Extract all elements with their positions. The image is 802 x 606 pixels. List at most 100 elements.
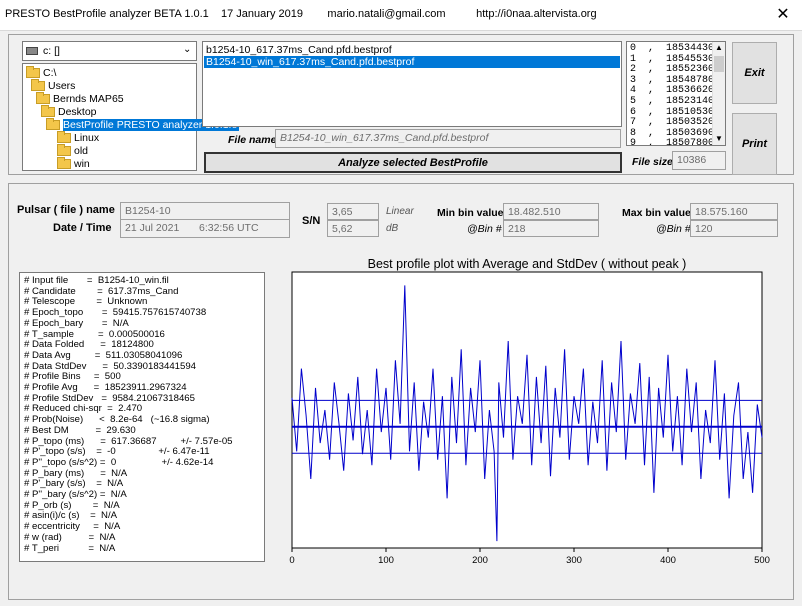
sn-linear-unit: Linear xyxy=(386,206,414,217)
x-tick-label: 200 xyxy=(472,555,488,566)
min-bin-at-field: 218 xyxy=(503,220,599,237)
profile-chart: 0 100 200 300 400 500 xyxy=(289,271,770,566)
bin-list-item[interactable]: 8 , 18503690 xyxy=(630,128,714,139)
info-line: # Best DM = 29.630 xyxy=(24,424,136,436)
info-line: # P''_bary (s/s^2) = N/A xyxy=(24,489,127,500)
min-bin-at-label: @Bin # xyxy=(467,223,502,235)
folder-tree-item[interactable]: old xyxy=(57,143,89,157)
folder-tree-label: C:\ xyxy=(43,66,57,79)
bin-list-item[interactable]: 0 , 18534430 xyxy=(630,43,714,54)
info-line: # P_bary (ms) = N/A xyxy=(24,467,128,479)
chevron-down-icon[interactable]: ⌄ xyxy=(183,44,191,55)
x-tick-label: 500 xyxy=(754,555,770,566)
max-bin-at-field: 120 xyxy=(690,220,778,237)
bin-list-scrollbar[interactable]: ▲ ▼ xyxy=(712,42,725,145)
folder-icon xyxy=(57,156,71,169)
max-bin-value-field: 18.575.160 xyxy=(690,203,778,220)
bestprof-info-box: # Input file = B1254-10_win.fil # Candida… xyxy=(19,272,265,562)
sn-label: S/N xyxy=(302,215,321,227)
info-line: # Data Folded = 18124800 xyxy=(24,339,154,351)
folder-tree-item[interactable]: Linux xyxy=(57,130,100,144)
info-line: # P_topo (ms) = 617.36687 +/- 7.57e-05 xyxy=(24,435,233,447)
folder-tree[interactable]: C:\ Users Bernds MAP65 Desktop BestProfile P… xyxy=(22,63,240,171)
pulsar-name-label: Pulsar ( file ) name xyxy=(17,204,115,216)
folder-icon xyxy=(57,130,71,143)
bin-list-item[interactable]: 3 , 18548780 xyxy=(630,75,714,86)
folder-tree-label: Desktop xyxy=(58,105,97,118)
file-name-label: File name xyxy=(228,134,277,146)
info-line: # eccentricity = N/A xyxy=(24,521,121,533)
info-line: # P'_bary (s/s) = N/A xyxy=(24,478,124,490)
info-line: # Epoch_topo = 59415.757615740738 xyxy=(24,307,207,319)
info-line: # Input file = B1254-10_win.fil xyxy=(24,275,169,286)
info-line: # Data Avg = 511.03058041096 xyxy=(24,349,183,361)
info-line: # T_peri = N/A xyxy=(24,542,116,554)
info-line: # Telescope = Unknown xyxy=(24,296,148,308)
sn-linear-field: 3,65 xyxy=(327,203,379,220)
folder-icon xyxy=(31,78,45,91)
sn-db-unit: dB xyxy=(386,223,399,234)
print-button[interactable]: Print xyxy=(732,113,777,175)
date-value: 21 Jul 2021 xyxy=(125,222,180,234)
date-time-label: Date / Time xyxy=(53,222,112,234)
close-icon[interactable]: ✕ xyxy=(768,4,798,26)
file-size-label: File size xyxy=(632,156,673,168)
folder-tree-item[interactable]: win xyxy=(57,156,90,170)
info-line: # Candidate = 617.37ms_Cand xyxy=(24,285,179,297)
folder-tree-label: Linux xyxy=(74,131,100,144)
info-line: # asin(i)/c (s) = N/A xyxy=(24,510,118,522)
info-line: # Data StdDev = 50.3390183441594 xyxy=(24,360,197,372)
info-line: # Prob(Noise) < 8.2e-64 (~16.8 sigma) xyxy=(24,414,210,426)
x-tick-label: 400 xyxy=(660,555,676,566)
folder-tree-item[interactable]: Desktop xyxy=(41,104,97,118)
chart-title: Best profile plot with Average and StdDe… xyxy=(367,257,687,271)
max-bin-label: Max bin value xyxy=(622,207,691,219)
drive-icon xyxy=(26,47,38,55)
scroll-down-icon[interactable]: ▼ xyxy=(715,134,723,143)
file-list-item[interactable]: B1254-10_win_617.37ms_Cand.pfd.bestprof xyxy=(204,56,620,68)
plot-area xyxy=(291,271,763,549)
drive-combo[interactable]: c: [] ⌄ xyxy=(22,41,197,61)
sn-db-field: 5,62 xyxy=(327,220,379,237)
file-size-field: 10386 xyxy=(672,151,726,170)
bin-list-item[interactable]: 9 , 18507800 xyxy=(630,138,714,145)
info-line: # T_sample = 0.000500016 xyxy=(24,328,165,340)
min-bin-label: Min bin value xyxy=(437,207,504,219)
date-time-field: 21 Jul 2021 6:32:56 UTC xyxy=(120,219,290,238)
folder-tree-item[interactable]: Users xyxy=(31,78,75,92)
bin-value-list[interactable]: 0 , 18534430 1 , 18545530 2 , 18552360 3 , … xyxy=(626,41,726,146)
folder-tree-label: Bernds MAP65 xyxy=(53,92,124,105)
folder-icon xyxy=(36,91,50,104)
file-list[interactable]: b1254-10_617.37ms_Cand.pfd.bestprof B1254… xyxy=(202,41,622,127)
bin-list-item[interactable]: 2 , 18552360 xyxy=(630,64,714,75)
info-line: # w (rad) = N/A xyxy=(24,531,116,543)
info-line: # Profile Avg = 18523911.2967324 xyxy=(24,382,187,393)
x-tick-label: 100 xyxy=(378,555,394,566)
x-tick-label: 0 xyxy=(289,555,294,566)
folder-tree-label: old xyxy=(74,144,89,157)
scroll-thumb[interactable] xyxy=(714,56,724,72)
bin-list-item[interactable]: 4 , 18536620 xyxy=(630,85,714,96)
info-line: # P_orb (s) = N/A xyxy=(24,499,120,511)
folder-tree-item[interactable]: Bernds MAP65 xyxy=(36,91,124,105)
bin-list-item[interactable]: 6 , 18510530 xyxy=(630,107,714,118)
file-list-item[interactable]: b1254-10_617.37ms_Cand.pfd.bestprof xyxy=(204,44,620,56)
min-bin-value-field: 18.482.510 xyxy=(503,203,599,220)
folder-icon xyxy=(26,65,40,78)
folder-tree-label: win xyxy=(74,157,90,170)
bin-list-item[interactable]: 1 , 18545530 xyxy=(630,54,714,65)
x-tick-label: 300 xyxy=(566,555,582,566)
scroll-up-icon[interactable]: ▲ xyxy=(715,43,723,52)
file-name-field: B1254-10_win_617.37ms_Cand.pfd.bestprof xyxy=(275,129,621,148)
folder-icon xyxy=(46,117,60,130)
info-line: # Epoch_bary = N/A xyxy=(24,317,129,329)
exit-button[interactable]: Exit xyxy=(732,42,777,104)
window-title: PRESTO BestProfile analyzer BETA 1.0.1 1… xyxy=(5,8,597,20)
folder-tree-item[interactable]: C:\ xyxy=(26,65,57,79)
analyze-button[interactable]: Analyze selected BestProfile xyxy=(204,152,622,173)
bin-list-item[interactable]: 7 , 18503520 xyxy=(630,117,714,128)
drive-combo-value: c: [] xyxy=(43,45,60,57)
bin-list-item[interactable]: 5 , 18523140 xyxy=(630,96,714,107)
title-bar: PRESTO BestProfile analyzer BETA 1.0.1 1… xyxy=(0,0,802,31)
time-value: 6:32:56 UTC xyxy=(199,222,259,234)
